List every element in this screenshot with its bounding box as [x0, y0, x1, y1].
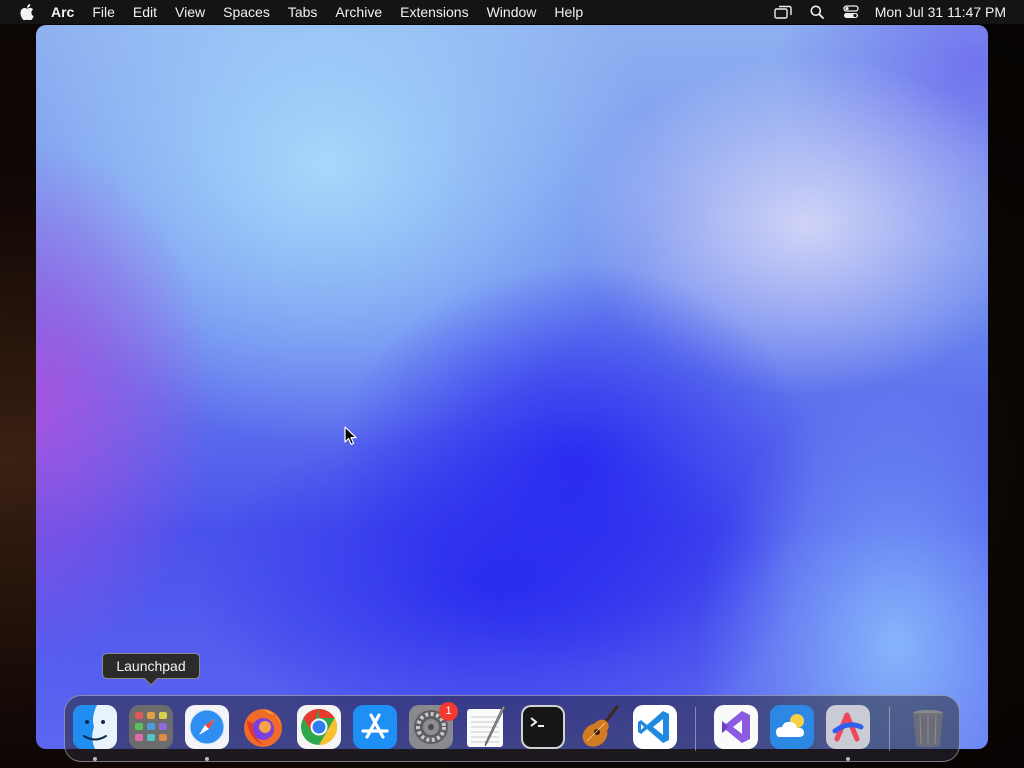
terminal-icon[interactable] — [521, 705, 565, 749]
dock-tooltip: Launchpad — [102, 653, 200, 679]
safari-icon[interactable] — [185, 705, 229, 749]
tooltip-arrow — [144, 678, 158, 686]
visual-studio-icon[interactable] — [714, 705, 758, 749]
launchpad-icon[interactable] — [129, 705, 173, 749]
mouse-cursor-icon — [344, 426, 357, 445]
menu-view[interactable]: View — [166, 0, 214, 24]
menu-window[interactable]: Window — [478, 0, 546, 24]
screen-mirroring-icon[interactable] — [773, 0, 793, 24]
control-center-icon[interactable] — [841, 0, 861, 24]
browser-window-content[interactable] — [36, 25, 988, 749]
arc-icon[interactable] — [826, 705, 870, 749]
trash-icon[interactable] — [906, 705, 950, 749]
menu-spaces[interactable]: Spaces — [214, 0, 279, 24]
dock-separator — [695, 707, 696, 751]
running-indicator-arc — [846, 757, 850, 761]
menu-app-name[interactable]: Arc — [42, 0, 83, 24]
textedit-icon[interactable] — [465, 705, 509, 749]
notification-badge: 1 — [439, 702, 458, 721]
app-store-icon[interactable] — [353, 705, 397, 749]
vscode-icon[interactable] — [633, 705, 677, 749]
firefox-icon[interactable] — [241, 705, 285, 749]
menu-edit[interactable]: Edit — [124, 0, 166, 24]
menu-help[interactable]: Help — [545, 0, 592, 24]
weather-icon[interactable] — [770, 705, 814, 749]
menu-file[interactable]: File — [83, 0, 124, 24]
apple-menu-icon[interactable] — [18, 0, 36, 24]
menu-clock[interactable]: Mon Jul 31 11:47 PM — [875, 4, 1006, 20]
chrome-icon[interactable] — [297, 705, 341, 749]
garageband-icon[interactable] — [577, 705, 621, 749]
menu-bar: Arc File Edit View Spaces Tabs Archive E… — [0, 0, 1024, 24]
finder-icon[interactable] — [73, 705, 117, 749]
menu-tabs[interactable]: Tabs — [279, 0, 327, 24]
running-indicator-finder — [93, 757, 97, 761]
menu-extensions[interactable]: Extensions — [391, 0, 477, 24]
menu-archive[interactable]: Archive — [326, 0, 391, 24]
running-indicator-safari — [205, 757, 209, 761]
dock-separator — [889, 707, 890, 751]
search-icon[interactable] — [807, 0, 827, 24]
